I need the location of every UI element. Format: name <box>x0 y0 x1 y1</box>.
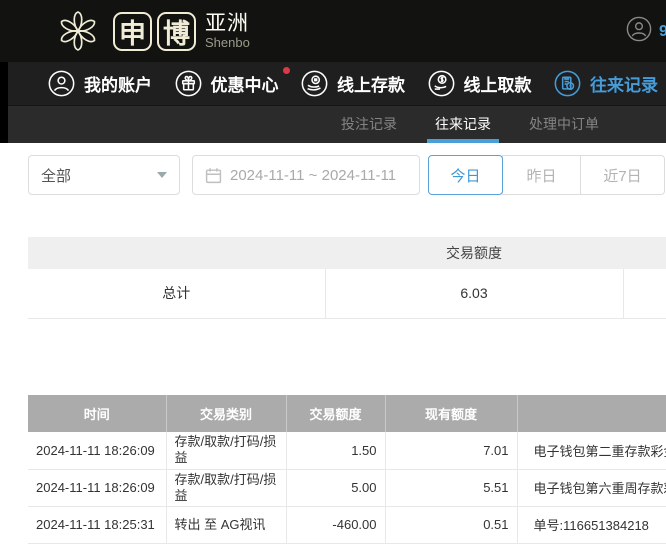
user-icon <box>48 70 75 97</box>
tx-cell-time: 2024-11-11 18:26:09 <box>28 469 167 507</box>
site-header: 申 博 亚洲 Shenbo 9 我的账户 优惠中心线上存款 线上取款 往来记录 … <box>0 0 666 143</box>
quick-button-today[interactable]: 今日 <box>428 155 503 195</box>
tx-cell-balance: 0.51 <box>385 506 518 544</box>
summary-total-empty <box>623 269 666 319</box>
brand-subtitle: Shenbo <box>205 35 250 50</box>
tx-cell-remark: 电子钱包第二重存款彩金 <box>517 432 666 470</box>
nav-item-withdraw[interactable]: 线上取款 <box>428 70 532 97</box>
tx-cell-amount: 5.00 <box>286 469 386 507</box>
tab-betting-records[interactable]: 投注记录 <box>338 106 400 143</box>
logo-bar: 申 博 亚洲 Shenbo 9 <box>0 0 666 62</box>
tx-cell-time: 2024-11-11 18:25:31 <box>28 506 167 544</box>
tx-cell-type: 存款/取款/打码/损益 <box>166 432 287 470</box>
table-row: 2024-11-11 18:26:09 存款/取款/打码/损益 5.00 5.51 电子… <box>28 469 666 507</box>
avatar-icon <box>626 16 652 47</box>
nav-item-records[interactable]: 往来记录 <box>554 70 658 97</box>
quick-button-yesterday[interactable]: 昨日 <box>502 155 581 195</box>
nav-item-label: 优惠中心 <box>210 76 279 95</box>
withdraw-icon <box>428 70 455 97</box>
tab-pending-orders[interactable]: 处理中订单 <box>526 106 602 143</box>
brand-char-box: 博 <box>157 11 196 51</box>
nav-item-label: 线上取款 <box>463 76 532 95</box>
nav-item-deposit[interactable]: 线上存款 <box>301 70 405 97</box>
category-select-value: 全部 <box>41 167 72 185</box>
summary-header-amount: 交易额度 <box>325 237 623 269</box>
tx-cell-remark: 电子钱包第六重周存款彩金 <box>517 469 666 507</box>
calendar-icon <box>205 167 222 184</box>
brand-flower-icon <box>52 5 104 57</box>
brand-region: 亚洲 <box>205 12 249 35</box>
summary-header-row: 交易额度 <box>28 237 666 269</box>
nav-item-label: 我的账户 <box>84 76 152 95</box>
gift-icon <box>175 70 202 97</box>
tx-cell-type: 转出 至 AG视讯 <box>166 506 287 544</box>
tx-cell-balance: 7.01 <box>385 432 518 470</box>
transactions-header-row: 时间 交易类别 交易额度 现有额度 <box>28 395 666 432</box>
summary-total-row: 总计 6.03 <box>28 269 666 319</box>
summary-header-empty <box>623 237 666 269</box>
summary-total-value: 6.03 <box>325 269 624 319</box>
tx-col-header: 时间 <box>28 395 167 432</box>
quick-button-last-7-days[interactable]: 近7日 <box>580 155 665 195</box>
notification-dot <box>282 67 290 74</box>
tx-cell-type: 存款/取款/打码/损益 <box>166 469 287 507</box>
summary-total-label: 总计 <box>28 269 326 319</box>
tx-col-header: 交易额度 <box>286 395 386 432</box>
date-range-value: 2024-11-11 ~ 2024-11-11 <box>230 166 397 184</box>
table-row: 2024-11-11 18:25:31 转出 至 AG视讯 -460.00 0.51 单… <box>28 506 666 544</box>
chevron-down-icon <box>157 172 167 178</box>
nav-item-my-account[interactable]: 我的账户 <box>48 70 152 97</box>
quick-date-buttons: 今日 昨日 近7日 <box>428 155 665 195</box>
table-row: 2024-11-11 18:26:09 存款/取款/打码/损益 1.50 7.01 电子… <box>28 432 666 470</box>
main-nav: 我的账户 优惠中心 线上存款 线上取款 往来记录 <box>8 62 666 105</box>
deposit-icon <box>301 70 328 97</box>
nav-item-label: 往来记录 <box>590 76 658 95</box>
tx-col-header <box>517 395 666 432</box>
page: 申 博 亚洲 Shenbo 9 我的账户 优惠中心线上存款 线上取款 往来记录 … <box>0 0 666 544</box>
tx-cell-balance: 5.51 <box>385 469 518 507</box>
tx-cell-time: 2024-11-11 18:26:09 <box>28 432 167 470</box>
category-select[interactable]: 全部 <box>28 155 180 195</box>
account-menu[interactable]: 9 <box>626 16 666 47</box>
records-icon <box>554 70 581 97</box>
tx-cell-amount: -460.00 <box>286 506 386 544</box>
nav-item-promotions[interactable]: 优惠中心 <box>175 67 290 97</box>
tx-col-header: 现有额度 <box>385 395 518 432</box>
nav-item-label: 线上存款 <box>337 76 405 95</box>
tx-cell-remark: 单号:116651384218 <box>517 506 666 544</box>
brand-logo[interactable]: 申 博 亚洲 Shenbo <box>52 5 250 57</box>
summary-header-empty <box>28 237 325 269</box>
brand-char-box: 申 <box>113 11 152 51</box>
records-tabs: 投注记录 往来记录 处理中订单 <box>8 105 666 143</box>
tx-col-header: 交易类别 <box>166 395 287 432</box>
transactions-table: 时间 交易类别 交易额度 现有额度 2024-11-11 18:26:09 存款/取款/… <box>28 395 666 544</box>
date-range-input[interactable]: 2024-11-11 ~ 2024-11-11 <box>192 155 420 195</box>
tx-cell-amount: 1.50 <box>286 432 386 470</box>
summary-table: 交易额度 总计 6.03 <box>28 237 666 319</box>
tab-transaction-records[interactable]: 往来记录 <box>427 106 499 143</box>
username-partial: 9 <box>659 22 666 40</box>
